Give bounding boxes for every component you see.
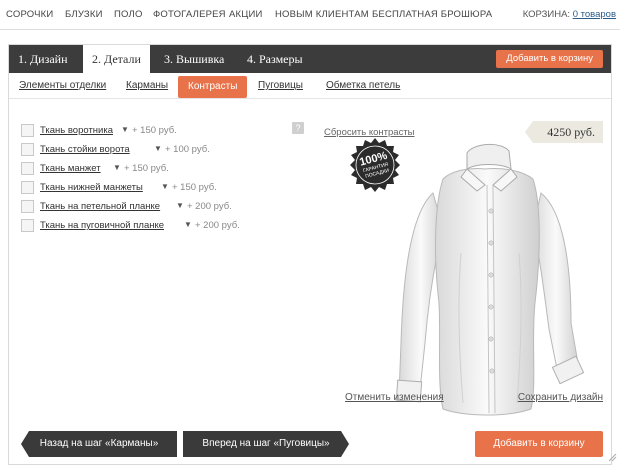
nav-item-polo[interactable]: ПОЛО [114,9,143,20]
checkbox[interactable] [21,200,34,213]
option-label[interactable]: Ткань стойки ворота [40,144,130,155]
nav-item-blouses[interactable]: БЛУЗКИ [65,9,103,20]
checkbox[interactable] [21,219,34,232]
cart-link[interactable]: 0 товаров [573,9,616,20]
subtab-contrasts[interactable]: Контрасты [178,76,248,98]
checkbox[interactable] [21,181,34,194]
steps-bar: 1. Дизайн 2. Детали 3. Вышивка 4. Размер… [9,45,611,73]
dropdown-arrow-icon[interactable]: ▼ [184,220,192,229]
step-details[interactable]: 2. Детали [83,45,150,73]
dropdown-arrow-icon[interactable]: ▼ [176,201,184,210]
subtab-buttonhole-stitching[interactable]: Обметка петель [326,80,400,91]
checkbox[interactable] [21,143,34,156]
option-label[interactable]: Ткань манжет [40,163,101,174]
dropdown-arrow-icon[interactable]: ▼ [121,125,129,134]
option-price: + 150 руб. [172,182,217,193]
step-embroidery[interactable]: 3. Вышивка [155,45,233,73]
cancel-changes-link[interactable]: Отменить изменения [345,392,444,403]
top-navigation: СОРОЧКИ БЛУЗКИ ПОЛО ФОТОГАЛЕРЕЯ АКЦИИ НО… [0,0,620,30]
shirt-preview-image [395,144,585,416]
option-label[interactable]: Ткань на пуговичной планке [40,220,164,231]
option-label[interactable]: Ткань на петельной планке [40,201,160,212]
dropdown-arrow-icon[interactable]: ▼ [154,144,162,153]
nav-item-shirts[interactable]: СОРОЧКИ [6,9,53,20]
dropdown-arrow-icon[interactable]: ▼ [161,182,169,191]
nav-item-free-brochure[interactable]: БЕСПЛАТНАЯ БРОШЮРА [372,9,492,20]
option-label[interactable]: Ткань воротника [40,125,113,136]
save-design-link[interactable]: Сохранить дизайн [518,392,603,403]
cart-summary: КОРЗИНА: 0 товаров [523,9,616,20]
option-price: + 200 руб. [187,201,232,212]
resize-handle-icon[interactable] [607,452,617,462]
option-price: + 200 руб. [195,220,240,231]
subtab-trim-elements[interactable]: Элементы отделки [19,80,106,91]
nav-item-promotions[interactable]: АКЦИИ [229,9,263,20]
nav-item-gallery[interactable]: ФОТОГАЛЕРЕЯ [153,9,226,20]
step-design[interactable]: 1. Дизайн [9,45,77,73]
option-label[interactable]: Ткань нижней манжеты [40,182,143,193]
checkbox[interactable] [21,124,34,137]
nav-item-new-clients[interactable]: НОВЫМ КЛИЕНТАМ [275,9,369,20]
constructor-panel: 1. Дизайн 2. Детали 3. Вышивка 4. Размер… [8,44,612,465]
option-price: + 100 руб. [165,144,210,155]
subtab-buttons[interactable]: Пуговицы [258,80,303,91]
add-to-cart-top-button[interactable]: Добавить в корзину [496,50,603,68]
option-price: + 150 руб. [132,125,177,136]
help-icon[interactable]: ? [292,122,304,134]
cart-label: КОРЗИНА: [522,9,571,20]
subtab-pockets[interactable]: Карманы [126,80,168,91]
checkbox[interactable] [21,162,34,175]
option-price: + 150 руб. [124,163,169,174]
add-to-cart-button[interactable]: Добавить в корзину [475,431,603,457]
step-sizes[interactable]: 4. Размеры [238,45,312,73]
next-to-buttons-button[interactable]: Вперед на шаг «Пуговицы» [183,431,349,457]
dropdown-arrow-icon[interactable]: ▼ [113,163,121,172]
subtabs-bar: Элементы отделки Карманы Контрасты Пугов… [9,73,611,99]
back-to-pockets-button[interactable]: Назад на шаг «Карманы» [21,431,177,457]
